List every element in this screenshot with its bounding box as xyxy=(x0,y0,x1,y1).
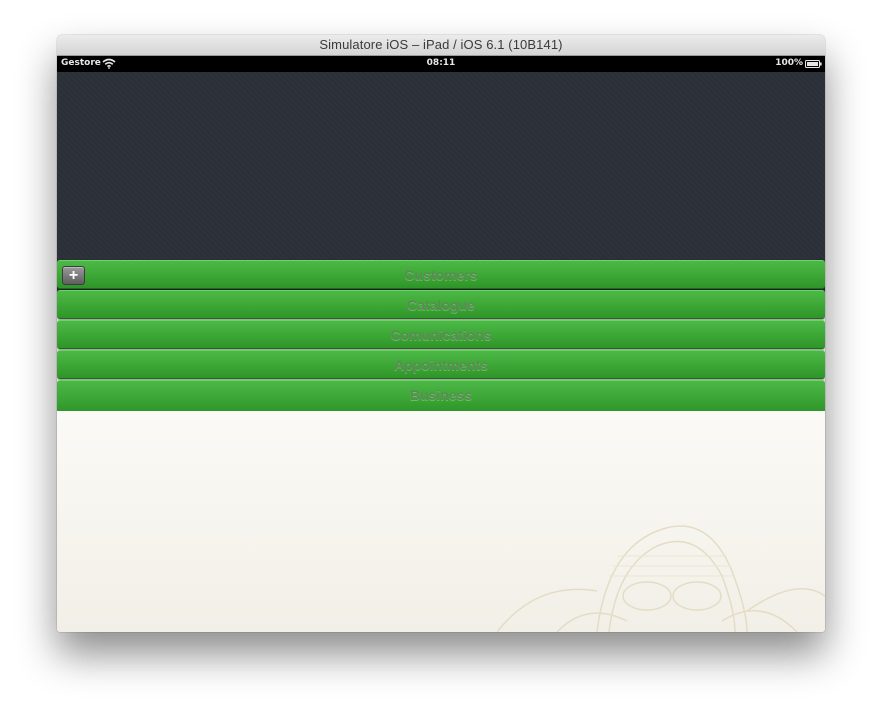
simulator-window: Simulatore iOS – iPad / iOS 6.1 (10B141)… xyxy=(57,35,825,632)
menu-item-label: Customers xyxy=(404,267,478,283)
battery-icon xyxy=(805,60,822,68)
menu-item-customers[interactable]: + Customers xyxy=(57,260,825,289)
menu-item-appointments[interactable]: Appointments xyxy=(57,350,825,379)
battery-percent: 100% xyxy=(775,58,803,68)
window-titlebar[interactable]: Simulatore iOS – iPad / iOS 6.1 (10B141) xyxy=(57,35,825,56)
menu-item-label: Comunications xyxy=(390,327,492,343)
window-title: Simulatore iOS – iPad / iOS 6.1 (10B141) xyxy=(319,37,563,52)
menu-item-label: Appointments xyxy=(393,357,489,373)
menu-item-catalogue[interactable]: Catalogue xyxy=(57,290,825,319)
main-menu: + Customers Catalogue Comunications Appo… xyxy=(57,260,825,414)
emblem-watermark xyxy=(497,525,825,632)
ios-status-bar: Gestore 08:11 100% xyxy=(57,56,825,72)
menu-item-label: Catalogue xyxy=(407,297,475,313)
menu-item-business[interactable]: Business xyxy=(57,380,825,413)
menu-item-label: Business xyxy=(409,387,473,403)
content-area xyxy=(57,411,825,632)
status-clock: 08:11 xyxy=(426,58,456,68)
menu-item-comunications[interactable]: Comunications xyxy=(57,320,825,349)
